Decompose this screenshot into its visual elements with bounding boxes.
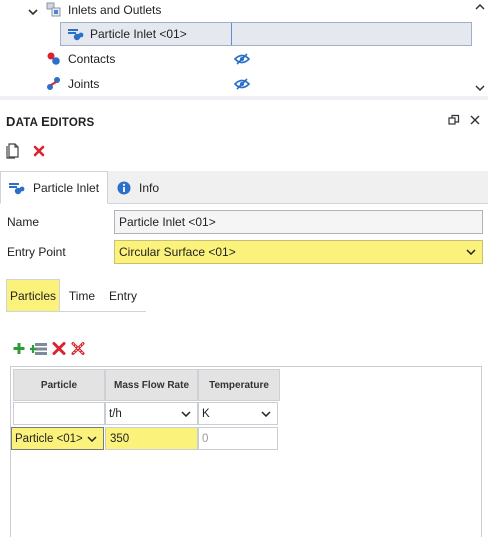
tree-scrollbar[interactable] (472, 0, 488, 96)
column-header-particle[interactable]: Particle (13, 369, 105, 401)
tree-item-joints[interactable]: Joints (46, 72, 346, 96)
name-field[interactable]: Particle Inlet <01> (114, 210, 483, 234)
tab-label: Particles (9, 289, 56, 303)
tab-label: Time (68, 288, 96, 303)
unit-cell-empty (13, 402, 105, 425)
tree-item-contacts[interactable]: Contacts (46, 47, 346, 71)
mass-flow-rate-value: 350 (110, 432, 130, 445)
chevron-down-icon[interactable] (26, 5, 40, 19)
joints-icon (47, 77, 60, 90)
tab-label: Entry (108, 288, 137, 303)
particle-inlet-icon (9, 182, 25, 194)
delete-icon[interactable] (33, 145, 45, 157)
tab-time[interactable]: Time (62, 279, 102, 312)
particle-value: Particle <01> (15, 432, 83, 445)
particle-select[interactable]: Particle <01> (11, 427, 104, 450)
tab-label: Info (139, 180, 160, 195)
column-header-mass-flow-rate[interactable]: Mass Flow Rate (105, 369, 198, 401)
tree-item-label: Joints (68, 77, 100, 91)
inlets-outlets-icon (46, 2, 61, 17)
chevron-down-icon (87, 436, 97, 442)
unit-value: t/h (109, 407, 122, 420)
tree-item-inlets-outlets[interactable]: Inlets and Outlets (46, 0, 346, 22)
delete-row-icon[interactable] (52, 341, 66, 356)
tree-item-label: Particle Inlet <01> (90, 27, 187, 41)
add-row-icon[interactable] (12, 341, 26, 356)
temperature-unit-select[interactable]: K (198, 402, 278, 425)
delete-all-rows-icon[interactable] (71, 341, 85, 356)
entry-point-value: Circular Surface <01> (119, 245, 236, 259)
new-document-icon[interactable] (6, 143, 20, 159)
chevron-down-icon (181, 411, 191, 417)
name-label: Name (7, 215, 40, 229)
tab-entry[interactable]: Entry (102, 279, 144, 312)
sub-tabs: Particles Time Entry (6, 279, 488, 312)
column-divider (231, 23, 232, 45)
chevron-down-icon (261, 411, 271, 417)
tab-info[interactable]: Info (108, 171, 176, 204)
chevron-down-icon (466, 249, 476, 255)
tree-item-particle-inlet[interactable]: Particle Inlet <01> (60, 22, 472, 46)
tree-item-label: Inlets and Outlets (68, 3, 162, 17)
temperature-input[interactable]: 0 (198, 427, 278, 450)
name-value: Particle Inlet <01> (119, 215, 216, 229)
tab-particle-inlet[interactable]: Particle Inlet (0, 171, 108, 204)
eye-hidden-icon[interactable] (234, 78, 250, 90)
restore-window-icon[interactable] (448, 114, 460, 126)
insert-row-icon[interactable] (30, 341, 48, 356)
eye-hidden-icon[interactable] (234, 53, 250, 65)
tab-particles[interactable]: Particles (6, 279, 60, 312)
temperature-value: 0 (202, 432, 209, 445)
scroll-up-arrow-icon[interactable] (474, 2, 486, 12)
tab-label: Particle Inlet (33, 180, 100, 195)
particle-inlet-icon (68, 29, 84, 41)
column-header-temperature[interactable]: Temperature (198, 369, 280, 401)
scroll-down-arrow-icon[interactable] (474, 83, 486, 93)
editor-tabs: Particle Inlet Info (0, 171, 488, 204)
tree-panel: Inlets and Outlets Particle Inlet <01> C… (0, 0, 488, 96)
mass-flow-rate-input[interactable]: 350 (105, 427, 198, 450)
sub-tabs-underline (6, 311, 146, 312)
panel-title: DATA EDITORS (6, 114, 95, 129)
entry-point-label: Entry Point (7, 245, 66, 259)
close-panel-icon[interactable] (469, 114, 481, 126)
info-icon (117, 181, 131, 194)
contacts-icon (47, 52, 60, 65)
panel-separator (0, 96, 488, 100)
tree-item-label: Contacts (68, 52, 116, 66)
mass-flow-unit-select[interactable]: t/h (105, 402, 198, 425)
unit-value: K (202, 407, 210, 420)
entry-point-select[interactable]: Circular Surface <01> (114, 240, 483, 264)
